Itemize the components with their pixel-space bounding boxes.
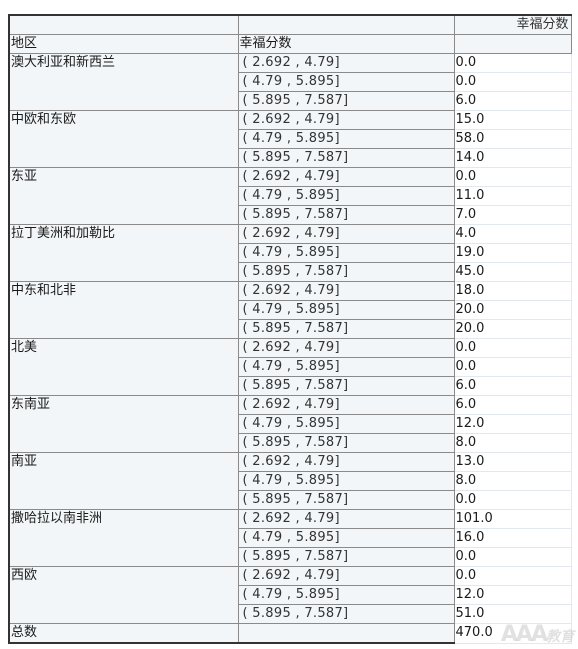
bin-cell: ( 5.895 , 7.587] <box>237 604 455 624</box>
table-row: 西欧( 2.692 , 4.79] 0.0 <box>8 566 572 624</box>
value-cell: 8.0 <box>453 471 572 491</box>
region-cell: 东亚 <box>8 167 239 225</box>
value-cell: 101.0 <box>453 509 572 529</box>
table-row: 北美( 2.692 , 4.79] 0.0 <box>8 338 572 396</box>
table-row: 东南亚( 2.692 , 4.79] 6.0 <box>8 395 572 453</box>
value-cell: 0.0 <box>453 72 572 92</box>
bin-cell: ( 5.895 , 7.587] <box>237 547 455 567</box>
value-cell: 45.0 <box>453 262 572 282</box>
bin-cell: ( 5.895 , 7.587] <box>237 205 455 225</box>
bin-cell: ( 5.895 , 7.587] <box>237 433 455 453</box>
value-cell: 0.0 <box>453 490 572 510</box>
value-cell: 13.0 <box>453 452 572 472</box>
value-cell: 4.0 <box>453 224 572 244</box>
value-cell: 8.0 <box>453 433 572 453</box>
value-cell: 58.0 <box>453 129 572 149</box>
bin-cell: ( 5.895 , 7.587] <box>237 376 455 396</box>
region-cell: 澳大利亚和新西兰 <box>8 53 239 111</box>
value-cell: 0.0 <box>453 547 572 567</box>
region-cell: 拉丁美洲和加勒比 <box>8 224 239 282</box>
header-row-second: 地区 幸福分数 <box>8 34 572 54</box>
value-cell: 6.0 <box>453 376 572 396</box>
value-cell: 11.0 <box>453 186 572 206</box>
pivot-table: 幸福分数 地区 幸福分数 澳大利亚和新西兰( 2.692 , 4.79] 0.0(… <box>8 14 572 644</box>
watermark-text: AAA <box>500 622 548 647</box>
table-row: 撒哈拉以南非洲( 2.692 , 4.79] 101.0 <box>8 509 572 567</box>
table-row: 拉丁美洲和加勒比( 2.692 , 4.79] 4.0 <box>8 224 572 282</box>
value-cell: 0.0 <box>453 167 572 187</box>
value-cell: 0.0 <box>453 53 572 73</box>
value-cell: 6.0 <box>453 395 572 415</box>
bin-cell: ( 5.895 , 7.587] <box>237 319 455 339</box>
bin-cell: ( 2.692 , 4.79] <box>237 509 455 529</box>
value-cell: 0.0 <box>453 338 572 358</box>
header-bin: 幸福分数 <box>237 34 455 54</box>
value-cell: 19.0 <box>453 243 572 263</box>
region-cell: 西欧 <box>8 566 239 624</box>
total-blank <box>237 623 455 644</box>
value-cell: 6.0 <box>453 91 572 111</box>
bin-cell: ( 5.895 , 7.587] <box>237 91 455 111</box>
value-cell: 0.0 <box>453 566 572 586</box>
header-measure-label: 幸福分数 <box>453 14 572 35</box>
bin-cell: ( 2.692 , 4.79] <box>237 110 455 130</box>
watermark-logo: AAA教育 <box>501 622 574 647</box>
total-row: 总数 470.0 <box>8 623 572 644</box>
bin-cell: ( 4.79 , 5.895] <box>237 585 455 605</box>
region-cell: 中东和北非 <box>8 281 239 339</box>
bin-cell: ( 4.79 , 5.895] <box>237 72 455 92</box>
value-cell: 12.0 <box>453 585 572 605</box>
value-cell: 20.0 <box>453 300 572 320</box>
value-cell: 51.0 <box>453 604 572 624</box>
watermark-sub: 教育 <box>546 629 574 645</box>
bin-cell: ( 4.79 , 5.895] <box>237 129 455 149</box>
header-top-blank-1 <box>8 14 239 35</box>
table-row: 中欧和东欧( 2.692 , 4.79] 15.0 <box>8 110 572 168</box>
value-cell: 7.0 <box>453 205 572 225</box>
table-row: 南亚( 2.692 , 4.79] 13.0 <box>8 452 572 510</box>
bin-cell: ( 2.692 , 4.79] <box>237 395 455 415</box>
header-value-blank <box>453 34 572 54</box>
header-region: 地区 <box>8 34 239 54</box>
bin-cell: ( 4.79 , 5.895] <box>237 186 455 206</box>
table-row: 东亚( 2.692 , 4.79] 0.0 <box>8 167 572 225</box>
bin-cell: ( 4.79 , 5.895] <box>237 300 455 320</box>
bin-cell: ( 2.692 , 4.79] <box>237 281 455 301</box>
region-cell: 北美 <box>8 338 239 396</box>
bin-cell: ( 2.692 , 4.79] <box>237 452 455 472</box>
region-cell: 东南亚 <box>8 395 239 453</box>
bin-cell: ( 5.895 , 7.587] <box>237 148 455 168</box>
value-cell: 12.0 <box>453 414 572 434</box>
value-cell: 18.0 <box>453 281 572 301</box>
region-cell: 南亚 <box>8 452 239 510</box>
header-top-blank-2 <box>237 14 455 35</box>
bin-cell: ( 4.79 , 5.895] <box>237 528 455 548</box>
bin-cell: ( 4.79 , 5.895] <box>237 243 455 263</box>
value-cell: 0.0 <box>453 357 572 377</box>
table-row: 中东和北非( 2.692 , 4.79] 18.0 <box>8 281 572 339</box>
bin-cell: ( 2.692 , 4.79] <box>237 167 455 187</box>
table-row: 澳大利亚和新西兰( 2.692 , 4.79] 0.0 <box>8 53 572 111</box>
total-label: 总数 <box>8 623 239 644</box>
pivot-body: 澳大利亚和新西兰( 2.692 , 4.79] 0.0( 4.79 , 5.895… <box>8 53 572 644</box>
bin-cell: ( 2.692 , 4.79] <box>237 338 455 358</box>
bin-cell: ( 4.79 , 5.895] <box>237 471 455 491</box>
value-cell: 14.0 <box>453 148 572 168</box>
bin-cell: ( 2.692 , 4.79] <box>237 224 455 244</box>
bin-cell: ( 5.895 , 7.587] <box>237 262 455 282</box>
bin-cell: ( 2.692 , 4.79] <box>237 53 455 73</box>
header-row-top: 幸福分数 <box>8 14 572 35</box>
region-cell: 撒哈拉以南非洲 <box>8 509 239 567</box>
bin-cell: ( 4.79 , 5.895] <box>237 357 455 377</box>
bin-cell: ( 5.895 , 7.587] <box>237 490 455 510</box>
bin-cell: ( 2.692 , 4.79] <box>237 566 455 586</box>
value-cell: 15.0 <box>453 110 572 130</box>
region-cell: 中欧和东欧 <box>8 110 239 168</box>
value-cell: 20.0 <box>453 319 572 339</box>
value-cell: 16.0 <box>453 528 572 548</box>
bin-cell: ( 4.79 , 5.895] <box>237 414 455 434</box>
